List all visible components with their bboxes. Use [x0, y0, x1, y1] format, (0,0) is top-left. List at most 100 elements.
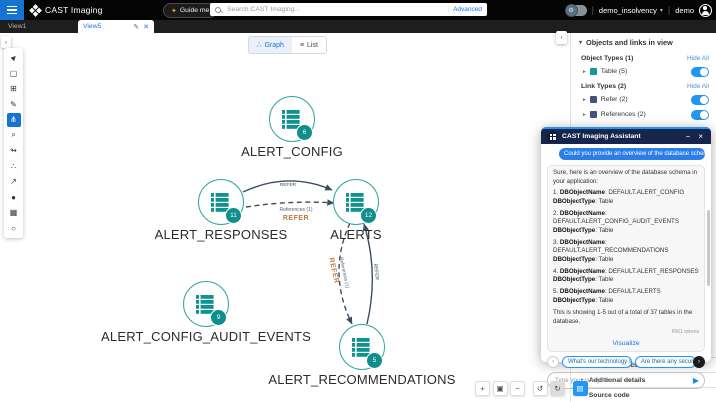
node-count-badge: 9 [210, 309, 227, 326]
expand-arrow-icon[interactable]: ▸ [583, 69, 586, 75]
assistant-logo-icon [547, 131, 558, 142]
visibility-toggle[interactable] [691, 67, 709, 77]
advanced-search-link[interactable]: Advanced [448, 6, 482, 13]
app-window: CAST Imaging ✦ Guide me Advanced ⚙ | dem… [0, 0, 716, 402]
suggestion-chip-0[interactable]: What's our technology stack? [562, 356, 632, 368]
filled-node-tool-icon[interactable]: ● [7, 191, 21, 205]
type-color-swatch [590, 68, 597, 75]
canvas-toolbar: ► ▢⊞ ✎⋔ ⌕↬ ∴↗ ●▦ ○ [4, 48, 23, 238]
top-right-controls: ⚙ | demo_insolvency▾ | demo [566, 0, 712, 20]
top-bar: CAST Imaging ✦ Guide me Advanced ⚙ | dem… [0, 0, 716, 20]
graph-list-toggle: ∴ Graph ≡ List [248, 36, 327, 54]
list-view-button[interactable]: ≡ List [292, 37, 326, 53]
graph-canvas[interactable] [0, 33, 570, 402]
node-label: ALERT_CONFIG_AUDIT_EVENTS [86, 329, 326, 344]
assistant-header[interactable]: CAST Imaging Assistant − × [541, 129, 711, 144]
node-count-badge: 5 [366, 352, 383, 369]
hamburger-menu-icon[interactable] [0, 0, 24, 20]
path-explore-tool-icon[interactable]: ⋔ [7, 113, 21, 127]
graph-icon: ∴ [257, 41, 261, 49]
edit-tool-icon[interactable]: ✎ [7, 98, 21, 112]
objects-links-header[interactable]: ▾ Objects and links in view [571, 33, 716, 51]
assistant-toggle-knob-icon: ⚙ [565, 4, 578, 17]
pointer-tool-icon[interactable]: ► [7, 51, 21, 65]
hide-all-objects-link[interactable]: Hide All [687, 55, 709, 62]
zoom-tool-icon[interactable]: ⌕ [7, 129, 21, 143]
hide-all-links-link[interactable]: Hide All [687, 83, 709, 90]
workspace-selector[interactable]: demo_insolvency▾ [599, 6, 663, 15]
graph-nodes-tool-icon[interactable]: ∴ [7, 160, 21, 174]
type-color-swatch [590, 96, 597, 103]
canvas-zoom-controls: +▣−↺↻ ▤ [475, 381, 588, 396]
lasso-tool-icon[interactable]: ↬ [7, 144, 21, 158]
search-icon [215, 7, 221, 13]
chat-scrollbar[interactable] [707, 210, 710, 286]
search-input[interactable] [225, 5, 448, 14]
close-tab-icon[interactable]: ✕ [143, 23, 149, 31]
tab-view5[interactable]: View5 ✎ ✕ [78, 20, 154, 33]
redo-button[interactable]: ↻ [550, 381, 565, 396]
visibility-toggle[interactable] [691, 110, 709, 120]
zoom-out-button[interactable]: − [510, 381, 525, 396]
link-tool-icon[interactable]: ↗ [7, 175, 21, 189]
chevron-down-icon: ▾ [660, 7, 663, 14]
edit-tab-icon[interactable]: ✎ [133, 23, 139, 31]
username-label: demo [675, 6, 694, 15]
view-tab-bar: View1 View5 ✎ ✕ [0, 20, 716, 33]
divider: | [592, 5, 594, 15]
node-label: ALERT_CONFIG [172, 144, 412, 159]
marquee-select-tool-icon[interactable]: ▢ [7, 67, 21, 81]
multi-select-tool-icon[interactable]: ⊞ [7, 82, 21, 96]
expand-arrow-icon[interactable]: ▸ [583, 112, 586, 118]
schema-item: 1. DBObjectName: DEFAULT.ALERT_CONFIGDBO… [553, 189, 699, 206]
type-label: Table (5) [601, 68, 687, 75]
node-count-badge: 12 [360, 207, 377, 224]
scroll-left-icon[interactable]: ‹ [547, 356, 559, 368]
divider: | [668, 5, 670, 15]
assistant-window: CAST Imaging Assistant − × Could you pro… [541, 127, 711, 362]
schema-item: 5. DBObjectName: DEFAULT.ALERTSDBObjectT… [553, 288, 699, 305]
link-types-title: Link Types (2) [581, 83, 626, 90]
assistant-toggle[interactable]: ⚙ [566, 5, 587, 16]
sparkle-icon: ✦ [171, 7, 177, 15]
minimize-icon[interactable]: − [684, 132, 693, 141]
send-icon[interactable]: ▶ [693, 377, 699, 385]
assistant-title: CAST Imaging Assistant [562, 133, 680, 140]
zoom-in-button[interactable]: + [475, 381, 490, 396]
visualize-link[interactable]: Visualize [553, 339, 699, 349]
brand-title: CAST Imaging [45, 5, 103, 15]
outline-node-tool-icon[interactable]: ○ [7, 222, 21, 236]
global-search: Advanced [210, 3, 487, 16]
close-icon[interactable]: × [696, 132, 705, 141]
minimap-button[interactable]: ▤ [573, 381, 588, 396]
schema-item: 2. DBObjectName: DEFAULT.ALERT_CONFIG_AU… [553, 210, 699, 236]
schema-item: 3. DBObjectName: DEFAULT.ALERT_RECOMMEND… [553, 239, 699, 265]
left-panel-collapse-handle[interactable]: › [1, 36, 11, 48]
type-color-swatch [590, 111, 597, 118]
schema-item: 4. DBObjectName: DEFAULT.ALERT_RESPONSES… [553, 268, 699, 285]
frame-tool-icon[interactable]: ▦ [7, 206, 21, 220]
token-count: 6561 tokens [553, 329, 699, 336]
user-avatar-icon[interactable] [699, 4, 712, 17]
fit-to-screen-button[interactable]: ▣ [493, 381, 508, 396]
undo-button[interactable]: ↺ [533, 381, 548, 396]
list-icon: ≡ [300, 42, 304, 49]
assistant-body: Could you provide an overview of the dat… [541, 144, 711, 389]
right-panel-collapse-handle[interactable]: › [556, 31, 567, 44]
suggestion-chip-1[interactable]: Are there any security fla [635, 356, 696, 368]
visibility-toggle[interactable] [691, 95, 709, 105]
chevron-down-icon: ▾ [579, 39, 582, 46]
tab-view1[interactable]: View1 [8, 23, 26, 30]
assistant-response: Sure, here is an overview of the databas… [547, 165, 705, 352]
type-label: Refer (2) [601, 96, 687, 103]
link-type-row: ▸ References (2) [571, 107, 716, 122]
suggestion-chips: ‹What's our technology stack?Are there a… [547, 356, 705, 368]
object-types-title: Object Types (1) [581, 55, 633, 62]
cast-logo-icon [29, 4, 42, 17]
type-label: References (2) [601, 111, 687, 118]
scroll-right-icon[interactable]: › [693, 356, 705, 368]
graph-view-button[interactable]: ∴ Graph [249, 37, 292, 53]
response-summary: This is showing 1-5 out of a total of 37… [553, 309, 699, 326]
expand-arrow-icon[interactable]: ▸ [583, 97, 586, 103]
node-label: ALERTS [236, 227, 476, 242]
